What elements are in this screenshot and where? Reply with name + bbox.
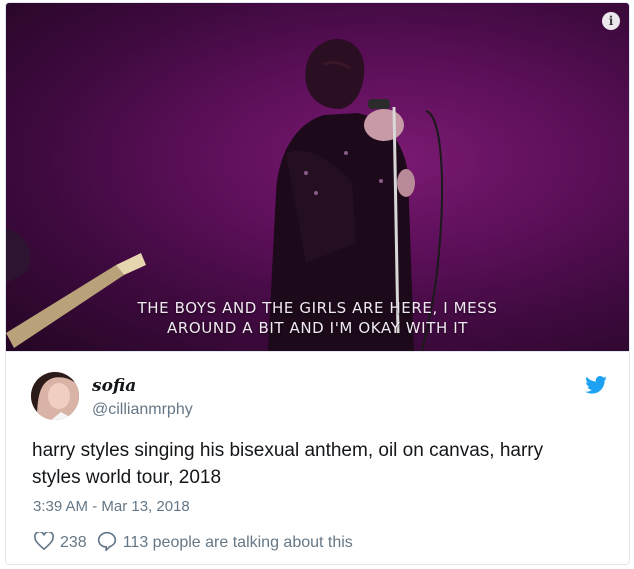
tweet-embed-card: i THE BOYS AND THE GIRLS ARE HERE, I MES…: [5, 2, 630, 565]
video-caption: THE BOYS AND THE GIRLS ARE HERE, I MESS …: [6, 298, 629, 338]
talking-about-link[interactable]: 113 people are talking about this: [123, 534, 353, 552]
caption-line-1: THE BOYS AND THE GIRLS ARE HERE, I MESS: [137, 299, 498, 317]
speech-bubble-icon[interactable]: [97, 531, 117, 556]
tweet-text: harry styles singing his bisexual anthem…: [32, 440, 544, 488]
heart-icon[interactable]: [34, 530, 54, 555]
tweet-actions: 238 113 people are talking about this: [34, 530, 353, 556]
caption-line-2: AROUND A BIT AND I'M OKAY WITH IT: [167, 319, 468, 337]
tweet-media[interactable]: i THE BOYS AND THE GIRLS ARE HERE, I MES…: [6, 3, 629, 351]
avatar-image: [31, 372, 79, 420]
avatar[interactable]: [31, 372, 79, 420]
tweet-body: sofia @cillianmrphy harry styles singing…: [6, 351, 629, 564]
user-handle[interactable]: @cillianmrphy: [92, 401, 193, 419]
twitter-bird-icon[interactable]: [585, 376, 607, 399]
display-name[interactable]: sofia: [92, 376, 136, 396]
info-icon[interactable]: i: [602, 12, 620, 30]
like-count[interactable]: 238: [60, 534, 87, 552]
tweet-timestamp[interactable]: 3:39 AM - Mar 13, 2018: [33, 498, 190, 515]
